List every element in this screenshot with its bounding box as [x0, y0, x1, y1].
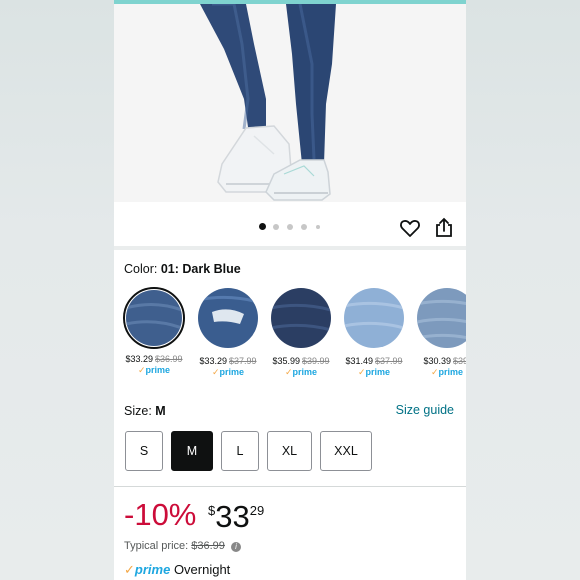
typical-price: Typical price: $36.99 i — [124, 540, 241, 552]
size-option-m[interactable]: M — [171, 431, 213, 471]
info-icon[interactable]: i — [230, 542, 241, 552]
size-label: Size: M — [124, 404, 166, 418]
swatch-image — [198, 288, 258, 348]
product-page: Color: 01: Dark Blue $33.29 $36.99 ✓prime… — [114, 0, 466, 580]
share-icon[interactable] — [432, 216, 456, 240]
selected-color: 01: Dark Blue — [160, 262, 241, 276]
selected-size: M — [155, 404, 166, 418]
carousel-dot-1[interactable] — [259, 223, 266, 230]
carousel-controls — [114, 202, 466, 246]
swatch-image — [123, 287, 185, 349]
carousel-dot-2[interactable] — [273, 224, 279, 230]
size-option-s[interactable]: S — [125, 431, 163, 471]
prime-badge: ✓prime — [430, 367, 464, 377]
size-option-xxl[interactable]: XXL — [320, 431, 372, 471]
swatch-image — [271, 288, 331, 348]
section-separator — [114, 246, 466, 250]
swatch-image — [417, 288, 466, 348]
size-option-xl[interactable]: XL — [267, 431, 312, 471]
carousel-dot-5[interactable] — [316, 225, 320, 229]
product-image[interactable] — [114, 4, 466, 202]
prime-check-icon: ✓ — [124, 562, 135, 577]
swatch-image — [344, 288, 404, 348]
color-label: Color: 01: Dark Blue — [124, 262, 241, 276]
swatch-1[interactable]: $33.29 $36.99 ✓prime — [121, 286, 187, 376]
prime-badge: ✓prime — [357, 367, 391, 377]
carousel-dot-3[interactable] — [287, 224, 293, 230]
size-guide-link[interactable]: Size guide — [396, 403, 454, 417]
prime-badge: ✓prime — [211, 367, 245, 377]
prime-delivery: ✓prime Overnight — [124, 562, 230, 578]
size-option-l[interactable]: L — [221, 431, 259, 471]
color-swatches: $33.29 $36.99 ✓prime $33.29 $37.99 ✓prime … — [114, 286, 466, 386]
swatch-2[interactable]: $33.29 $37.99 ✓prime — [195, 286, 261, 378]
prime-logo: prime — [134, 562, 171, 577]
divider — [114, 486, 466, 487]
discount-percent: -10% — [124, 497, 197, 532]
carousel-dot-4[interactable] — [301, 224, 307, 230]
swatch-5[interactable]: $30.39$39. ✓prime — [414, 286, 466, 378]
swatch-4[interactable]: $31.49 $37.99 ✓prime — [341, 286, 407, 378]
prime-badge: ✓prime — [137, 365, 171, 375]
heart-icon[interactable] — [398, 216, 422, 240]
delivery-speed: Overnight — [173, 562, 231, 577]
current-price: $3329 — [208, 499, 265, 534]
product-photo — [114, 4, 466, 202]
swatch-3[interactable]: $35.99 $39.99 ✓prime — [268, 286, 334, 378]
prime-badge: ✓prime — [284, 367, 318, 377]
